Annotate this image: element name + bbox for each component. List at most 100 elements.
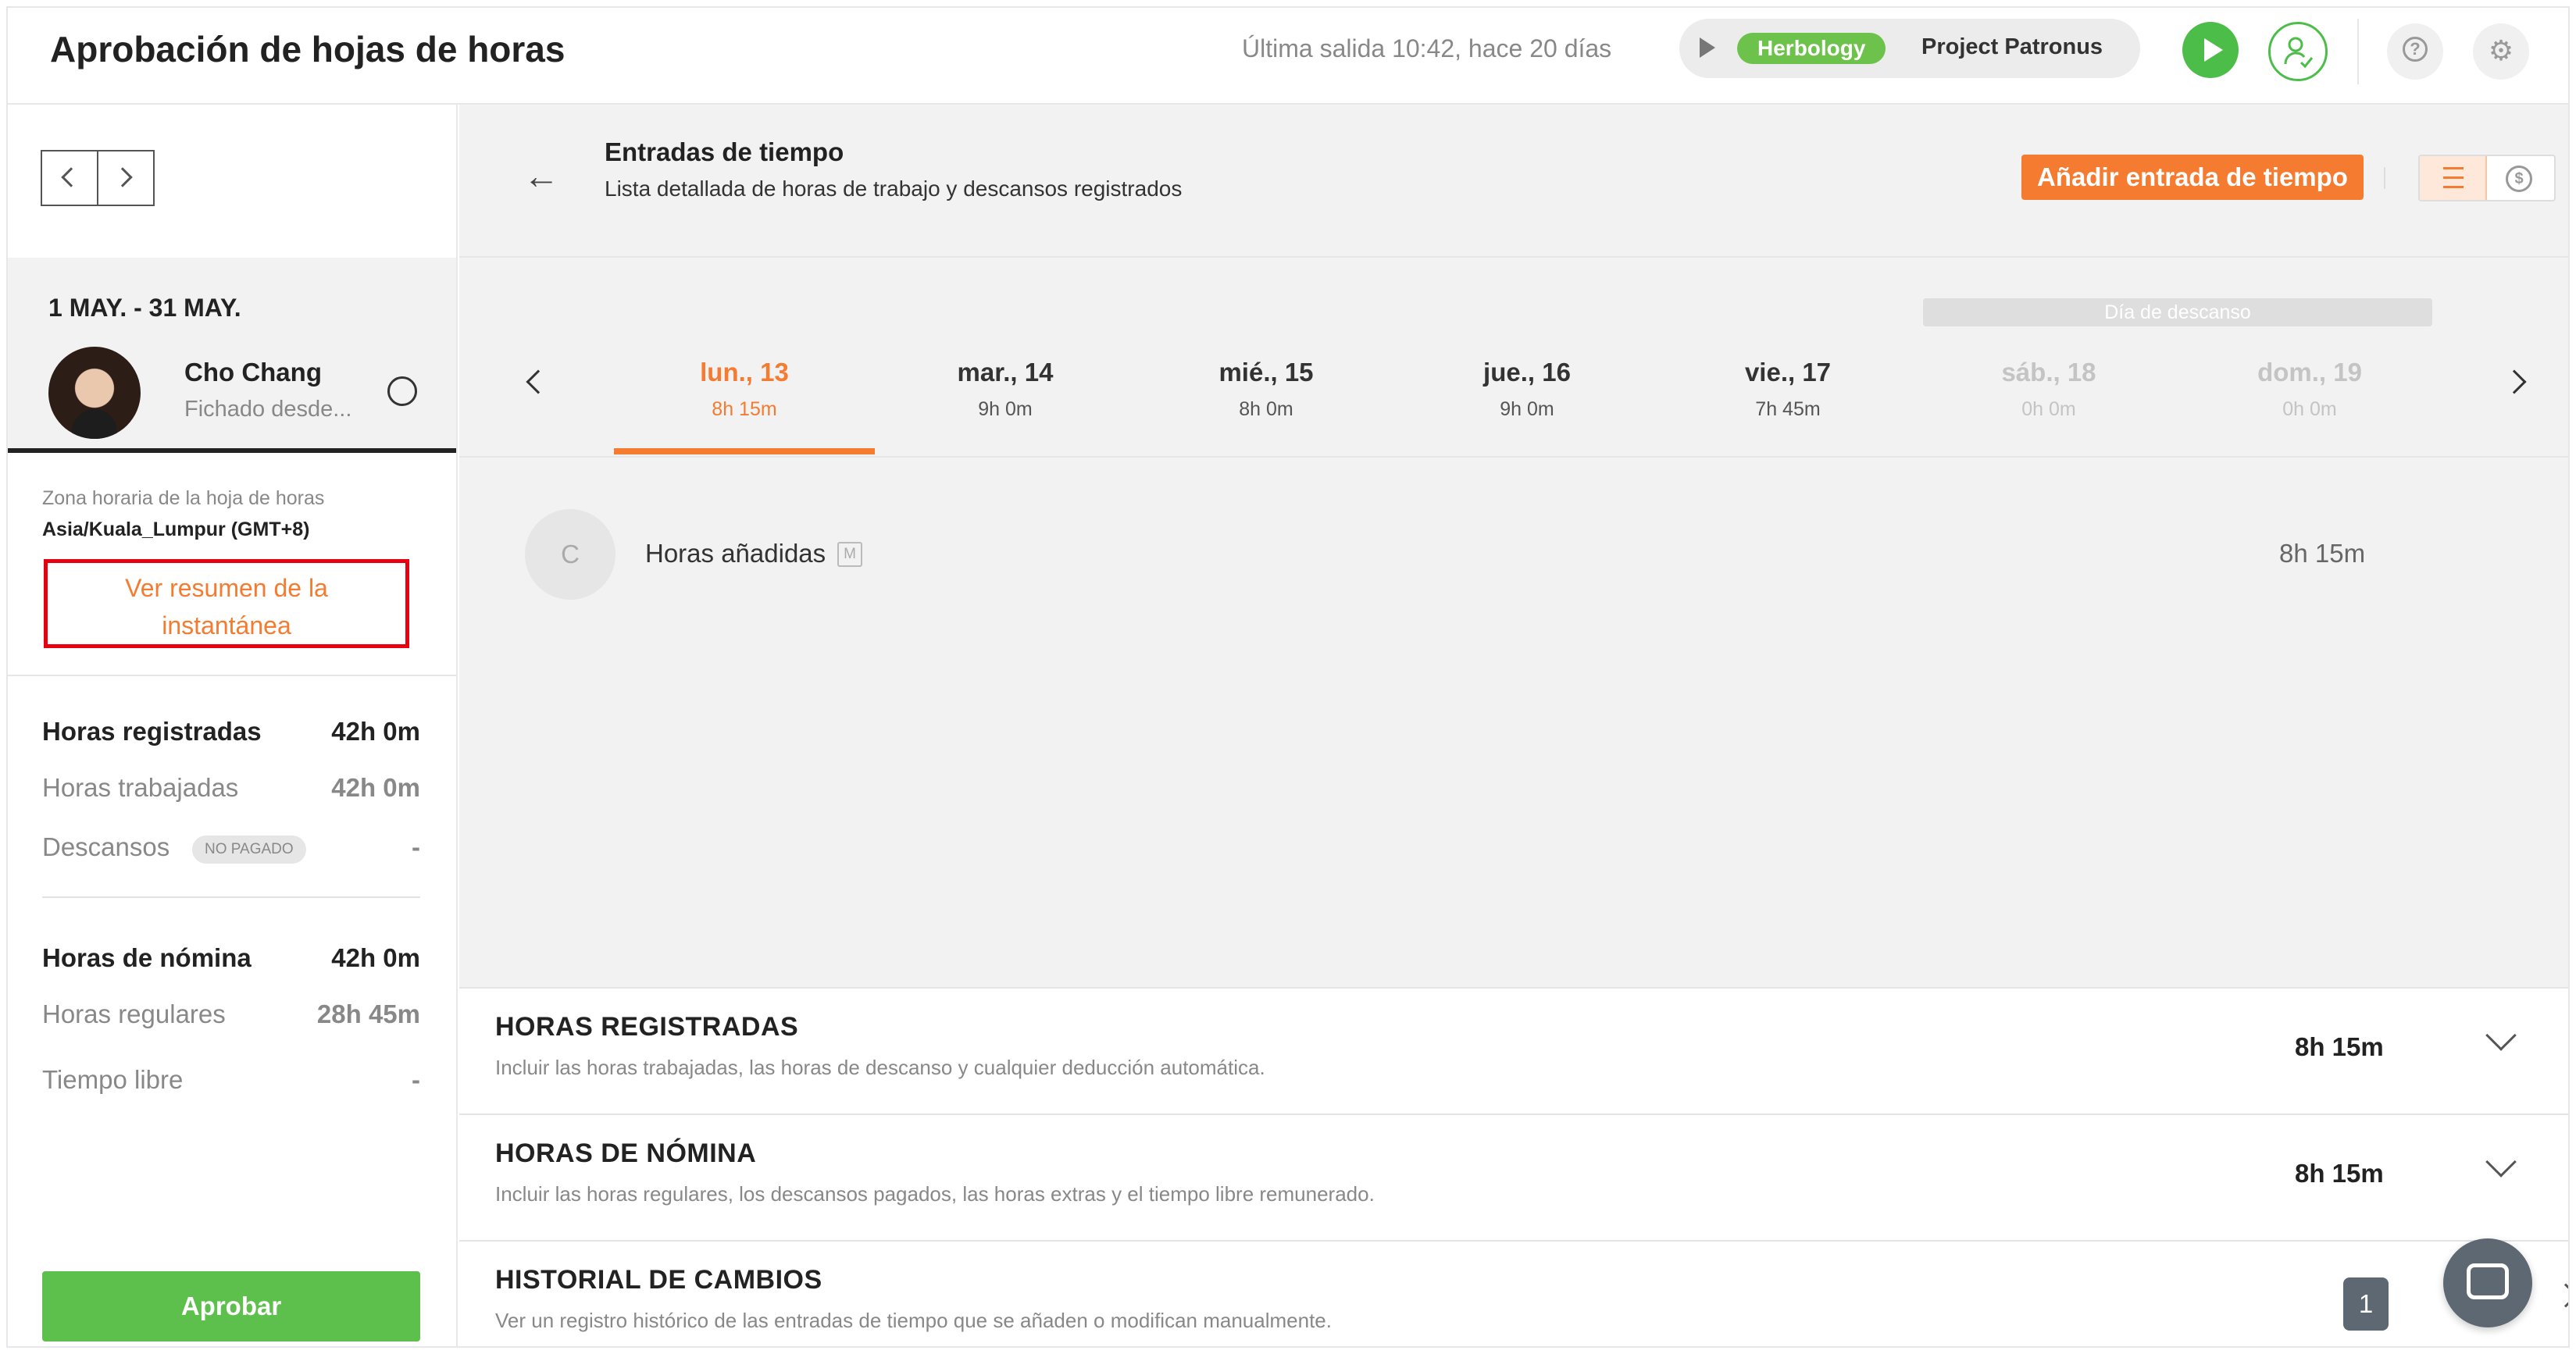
divider (42, 896, 420, 898)
stat-value: - (412, 1065, 420, 1094)
play-icon[interactable] (2182, 22, 2239, 78)
main-content: ← Entradas de tiempo Lista detallada de … (459, 105, 2568, 1346)
tracked-hours-panel[interactable]: HORAS REGISTRADAS Incluir las horas trab… (459, 987, 2568, 1113)
divider (8, 675, 456, 676)
list-view-button[interactable] (2420, 156, 2487, 200)
app-window: Aprobación de hojas de horas Última sali… (6, 6, 2570, 1348)
divider (459, 456, 2568, 458)
count-badge: 1 (2343, 1277, 2389, 1331)
settings-icon[interactable]: ⚙ (2473, 23, 2529, 80)
stat-label: Tiempo libre (42, 1065, 184, 1094)
stat-value: 42h 0m (331, 943, 420, 972)
stat-value: 42h 0m (331, 773, 420, 802)
manual-tag: M (837, 542, 862, 567)
day-tab[interactable]: mar., 14 9h 0m (875, 258, 1136, 456)
timezone-label: Zona horaria de la hoja de horas (42, 487, 325, 509)
day-hours: 7h 45m (1755, 398, 1821, 420)
panel-subtitle: Incluir las horas regulares, los descans… (495, 1182, 1375, 1206)
stat-breaks: Descansos NO PAGADO - (42, 832, 420, 867)
period-range: 1 MAY. - 31 MAY. (48, 294, 241, 322)
stat-tracked-hours: Horas registradas 42h 0m (42, 717, 420, 751)
day-selector: Día de descanso lun., 13 8h 15m mar., 14… (459, 258, 2568, 456)
panel-subtitle: Ver un registro histórico de las entrada… (495, 1309, 1332, 1332)
stat-time-off: Tiempo libre - (42, 1065, 420, 1099)
last-clock-out: Última salida 10:42, hace 20 días (1242, 34, 1612, 62)
day-hours: 8h 0m (1239, 398, 1293, 420)
day-hours: 0h 0m (2282, 398, 2337, 420)
employee-card[interactable]: 1 MAY. - 31 MAY. Cho Chang Fichado desde… (8, 258, 456, 453)
user-check-icon[interactable] (2268, 22, 2328, 81)
panel-value: 8h 15m (2295, 1159, 2384, 1188)
snapshot-summary-link[interactable]: Ver resumen de la instantánea (63, 569, 390, 644)
chevron-left-icon (61, 167, 81, 187)
day-hours: 9h 0m (1500, 398, 1554, 420)
back-arrow-icon[interactable]: ← (523, 155, 559, 197)
header-divider (2357, 19, 2359, 84)
next-period-button[interactable] (98, 151, 155, 205)
status-circle-icon[interactable] (387, 376, 417, 406)
list-icon (2443, 167, 2464, 189)
employee-name: Cho Chang (184, 358, 322, 387)
entry-hours: 8h 15m (2279, 539, 2366, 568)
timezone-value: Asia/Kuala_Lumpur (GMT+8) (42, 518, 310, 540)
previous-period-button[interactable] (42, 151, 98, 205)
stat-label: Descansos (42, 832, 170, 861)
entry-label[interactable]: Horas añadidas (645, 539, 826, 568)
stat-label: Horas registradas (42, 717, 262, 746)
stat-worked-hours: Horas trabajadas 42h 0m (42, 773, 420, 807)
day-hours: 8h 15m (712, 398, 777, 420)
day-tab[interactable]: lun., 13 8h 15m (614, 258, 875, 456)
page-title: Aprobación de hojas de horas (50, 29, 566, 69)
stat-label: Horas de nómina (42, 943, 252, 972)
day-name: vie., 17 (1744, 358, 1832, 387)
small-play-icon[interactable] (1700, 37, 1715, 58)
day-tab[interactable]: sáb., 18 0h 0m (1918, 258, 2179, 456)
day-name: dom., 19 (2257, 358, 2362, 387)
day-name: lun., 13 (700, 358, 789, 387)
payroll-hours-panel[interactable]: HORAS DE NÓMINA Incluir las horas regula… (459, 1113, 2568, 1240)
divider (2384, 167, 2385, 189)
help-icon[interactable]: ? (2387, 23, 2443, 80)
project-name[interactable]: Project Patronus (1921, 34, 2103, 60)
add-time-entry-button[interactable]: Añadir entrada de tiempo (2021, 155, 2364, 200)
day-tab[interactable]: dom., 19 0h 0m (2179, 258, 2440, 456)
day-name: mié., 15 (1218, 358, 1314, 387)
panel-title: HORAS DE NÓMINA (495, 1138, 757, 1168)
chevron-down-icon[interactable] (2485, 1020, 2517, 1051)
sidebar: 1 MAY. - 31 MAY. Cho Chang Fichado desde… (8, 105, 458, 1346)
chevron-right-icon[interactable] (2502, 369, 2527, 394)
day-tab[interactable]: vie., 17 7h 45m (1657, 258, 1918, 456)
change-history-panel[interactable]: HISTORIAL DE CAMBIOS Ver un registro his… (459, 1240, 2568, 1346)
entry-avatar: C (525, 509, 615, 600)
section-title: Entradas de tiempo (605, 137, 844, 166)
timer-pill[interactable]: Herbology Project Patronus (1679, 19, 2140, 78)
stat-value: 42h 0m (331, 717, 420, 746)
stat-label: Horas trabajadas (42, 773, 239, 802)
chevron-down-icon[interactable] (2485, 1146, 2517, 1178)
panel-subtitle: Incluir las horas trabajadas, las horas … (495, 1056, 1265, 1079)
day-tab[interactable]: jue., 16 9h 0m (1397, 258, 1657, 456)
day-name: sáb., 18 (2001, 358, 2096, 387)
chat-icon[interactable] (2443, 1238, 2532, 1327)
day-hours: 0h 0m (2021, 398, 2076, 420)
snapshot-highlight: Ver resumen de la instantánea (44, 559, 409, 648)
avatar (48, 347, 141, 439)
approve-button[interactable]: Aprobar (42, 1271, 420, 1342)
stat-value: 28h 45m (316, 999, 420, 1028)
user-check-glyph (2284, 37, 2314, 69)
activity-tag[interactable]: Herbology (1737, 33, 1886, 64)
day-name: mar., 14 (957, 358, 1054, 387)
day-hours: 9h 0m (978, 398, 1033, 420)
employee-status: Fichado desde... (184, 397, 352, 422)
money-icon[interactable]: $ (2506, 166, 2532, 192)
unpaid-badge: NO PAGADO (192, 836, 306, 864)
chevron-right-icon[interactable] (2553, 1283, 2568, 1308)
day-tab[interactable]: mié., 15 8h 0m (1136, 258, 1397, 456)
stat-regular-hours: Horas regulares 28h 45m (42, 999, 420, 1034)
day-name: jue., 16 (1483, 358, 1571, 387)
top-bar: Aprobación de hojas de horas Última sali… (8, 8, 2568, 105)
chevron-right-icon (112, 167, 133, 187)
chevron-left-icon[interactable] (526, 369, 551, 394)
section-subtitle: Lista detallada de horas de trabajo y de… (605, 176, 1183, 201)
panel-title: HISTORIAL DE CAMBIOS (495, 1265, 822, 1295)
